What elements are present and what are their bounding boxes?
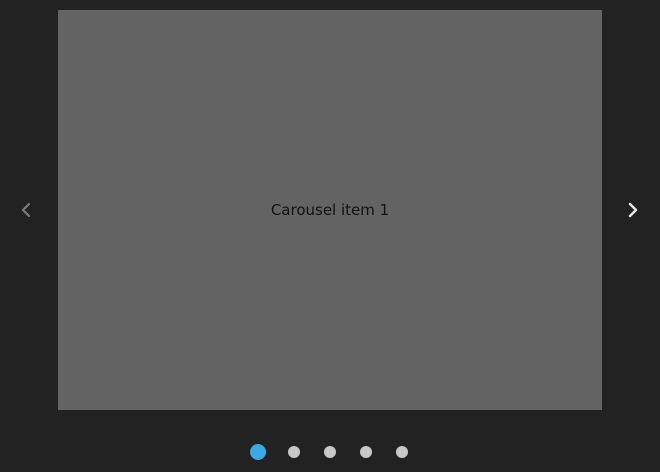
- carousel: Carousel item 1: [0, 0, 660, 472]
- carousel-prev-button[interactable]: [14, 198, 38, 222]
- carousel-slide: Carousel item 1: [58, 10, 602, 410]
- carousel-dot-4[interactable]: [360, 446, 372, 458]
- carousel-dot-5[interactable]: [396, 446, 408, 458]
- carousel-item-label: Carousel item 1: [270, 201, 390, 219]
- carousel-pagination: [0, 444, 660, 460]
- carousel-next-button[interactable]: [621, 198, 645, 222]
- chevron-left-icon: [20, 201, 32, 219]
- carousel-dot-3[interactable]: [324, 446, 336, 458]
- carousel-dot-2[interactable]: [288, 446, 300, 458]
- chevron-right-icon: [627, 201, 639, 219]
- carousel-dot-1[interactable]: [250, 444, 266, 460]
